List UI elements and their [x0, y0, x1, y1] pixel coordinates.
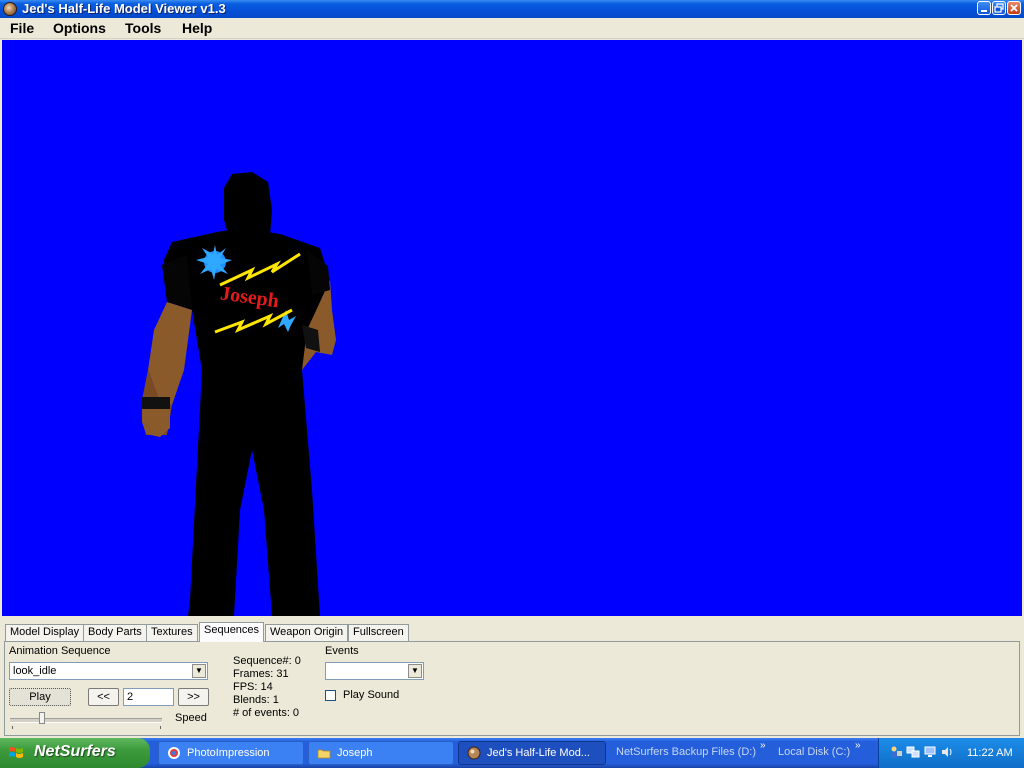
folder-icon [317, 749, 331, 759]
app-icon [3, 2, 17, 16]
menu-file[interactable]: File [10, 20, 34, 36]
slider-tick [12, 726, 13, 729]
quicklink-local-disk[interactable]: Local Disk (C:) [778, 741, 850, 765]
clock: 11:22 AM [967, 747, 1013, 759]
tab-fullscreen[interactable]: Fullscreen [348, 624, 409, 641]
menu-help[interactable]: Help [182, 20, 212, 36]
taskbar-item-photoimpression[interactable]: PhotoImpression [158, 741, 304, 765]
taskbar-item-model-viewer[interactable]: Jed's Half-Life Mod... [458, 741, 606, 765]
menu-options[interactable]: Options [53, 20, 106, 36]
title-bar[interactable]: Jed's Half-Life Model Viewer v1.3 [0, 0, 1024, 18]
control-panel: Model Display Body Parts Textures Sequen… [0, 617, 1024, 738]
play-sound-checkbox[interactable] [325, 690, 336, 701]
frames-text: Frames: 31 [233, 668, 289, 680]
network-icon[interactable] [906, 745, 920, 759]
windows-flag-icon [9, 747, 23, 758]
restore-icon [994, 3, 1004, 13]
animation-sequence-label: Animation Sequence [9, 645, 111, 657]
start-label: NetSurfers [34, 743, 116, 760]
tab-sequences[interactable]: Sequences [199, 622, 265, 642]
chevron-down-icon[interactable]: ▼ [192, 664, 206, 678]
volume-icon[interactable] [940, 745, 954, 759]
next-frame-button[interactable]: >> [178, 688, 209, 706]
taskbar: NetSurfers PhotoImpression Joseph Jed's … [0, 738, 1024, 768]
taskbar-item-label: Jed's Half-Life Mod... [487, 747, 590, 759]
animation-sequence-value: look_idle [13, 665, 57, 677]
taskbar-item-label: Joseph [337, 747, 373, 759]
blends-text: Blends: 1 [233, 694, 279, 706]
events-select[interactable]: ▼ [325, 662, 424, 680]
fps-text: FPS: 14 [233, 681, 273, 693]
speed-slider-track[interactable] [10, 718, 162, 723]
chevron-right-icon[interactable]: » [760, 740, 766, 751]
tab-textures[interactable]: Textures [146, 624, 198, 641]
quicklink-backup-drive[interactable]: NetSurfers Backup Files (D:) [616, 741, 756, 765]
frame-input[interactable]: 2 [123, 688, 174, 706]
photoimpression-icon [168, 747, 180, 759]
sequence-number-text: Sequence#: 0 [233, 655, 301, 667]
speed-label: Speed [175, 712, 207, 724]
start-button[interactable]: NetSurfers [0, 738, 150, 768]
menu-tools[interactable]: Tools [125, 20, 161, 36]
events-label: Events [325, 645, 359, 657]
player-model: Joseph [142, 172, 336, 616]
model-viewer-icon [467, 746, 481, 760]
event-count-text: # of events: 0 [233, 707, 300, 719]
play-sound-label: Play Sound [343, 689, 400, 701]
taskbar-item-label: PhotoImpression [187, 747, 270, 759]
network-users-icon[interactable] [889, 745, 903, 759]
prev-frame-button[interactable]: << [88, 688, 119, 706]
display-icon[interactable] [923, 745, 937, 759]
menu-bar: File Options Tools Help [0, 18, 1024, 39]
model-viewport[interactable]: Joseph [2, 40, 1022, 616]
close-button[interactable] [1007, 1, 1021, 15]
minimize-button[interactable] [977, 1, 991, 15]
restore-button[interactable] [992, 1, 1006, 15]
speed-slider-thumb[interactable] [39, 712, 46, 724]
close-icon [1010, 4, 1018, 12]
tab-body-parts[interactable]: Body Parts [83, 624, 147, 641]
system-tray: 11:22 AM [878, 738, 1024, 768]
chevron-right-icon[interactable]: » [855, 740, 861, 751]
taskbar-item-joseph[interactable]: Joseph [308, 741, 454, 765]
chevron-down-icon[interactable]: ▼ [408, 664, 422, 678]
animation-sequence-select[interactable]: look_idle ▼ [9, 662, 208, 680]
minimize-icon [981, 10, 987, 12]
slider-tick [160, 726, 161, 729]
tab-model-display[interactable]: Model Display [5, 624, 85, 641]
window-title: Jed's Half-Life Model Viewer v1.3 [22, 1, 226, 16]
play-button[interactable]: Play [9, 688, 71, 706]
tab-weapon-origin[interactable]: Weapon Origin [265, 624, 349, 641]
